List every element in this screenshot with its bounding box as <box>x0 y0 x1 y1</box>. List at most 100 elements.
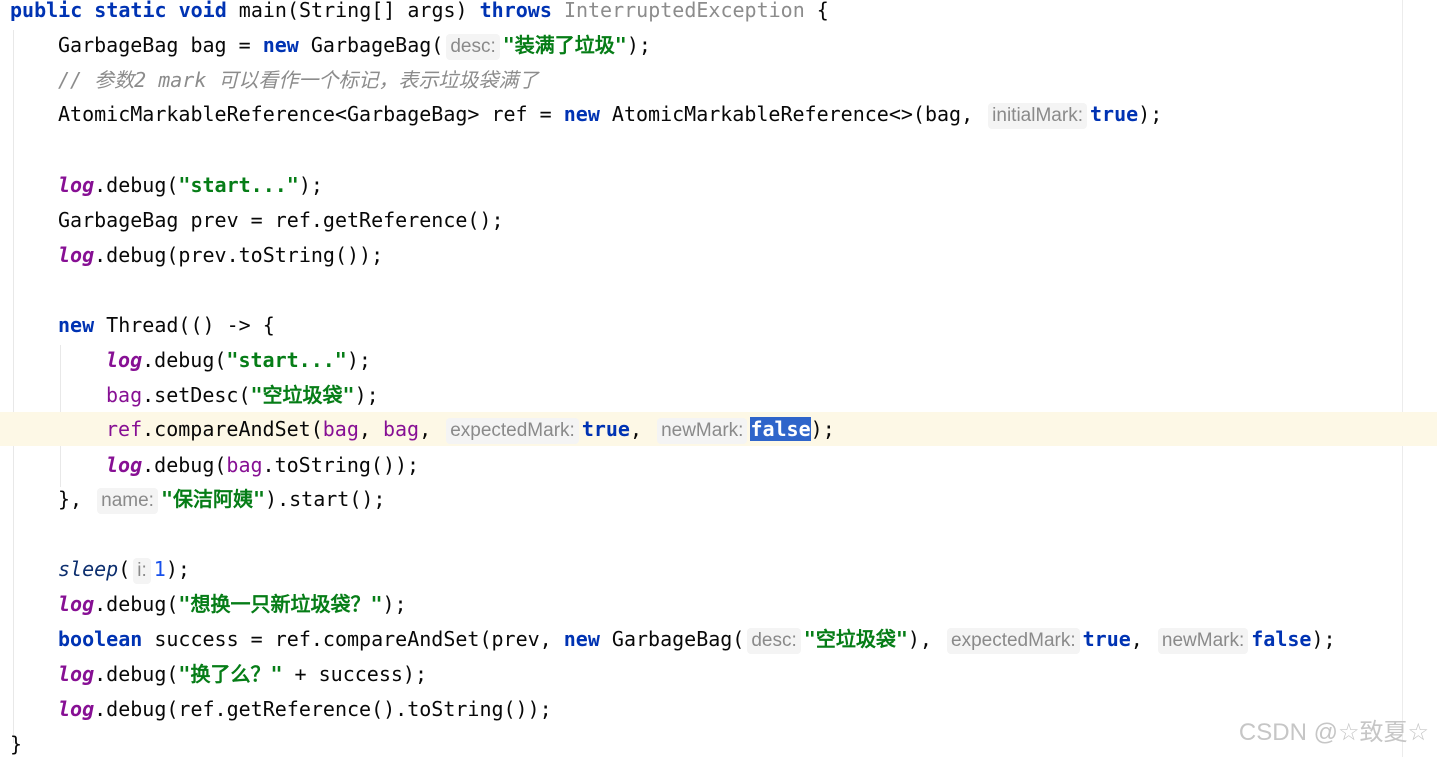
code-line-12[interactable]: bag.setDesc("空垃圾袋"); <box>106 378 379 412</box>
code-text: .debug( <box>142 453 227 477</box>
code-line-1[interactable]: public static void main(String[] args) t… <box>10 0 829 27</box>
code-text: ); <box>298 173 323 197</box>
keyword: public <box>10 0 83 22</box>
param-hint: i: <box>133 558 151 584</box>
code-text: ); <box>382 592 407 616</box>
code-text: .debug( <box>94 592 179 616</box>
brace: { <box>804 0 829 22</box>
code-text: , <box>1130 627 1155 651</box>
code-line-3[interactable]: // 参数2 mark 可以看作一个标记，表示垃圾袋满了 <box>58 63 538 97</box>
code-text: ); <box>626 33 651 57</box>
selected-text[interactable]: false <box>750 417 811 441</box>
keyword: true <box>1082 627 1131 651</box>
code-text: .compareAndSet( <box>142 417 323 441</box>
code-text: GarbageBag prev = ref.getReference(); <box>58 208 504 232</box>
log-field: log <box>58 662 95 686</box>
code-text: , <box>629 417 655 441</box>
keyword: false <box>1251 627 1312 651</box>
keyword: true <box>581 417 630 441</box>
code-line-18[interactable]: log.debug("想换一只新垃圾袋？"); <box>58 587 407 621</box>
captured-variable: ref <box>106 417 143 441</box>
keyword: boolean <box>58 627 143 651</box>
code-line-11[interactable]: log.debug("start..."); <box>106 343 371 377</box>
number-literal: 1 <box>153 557 166 581</box>
param-hint: initialMark: <box>988 103 1087 129</box>
code-text: ); <box>354 383 379 407</box>
code-text: Thread(() -> { <box>94 313 275 337</box>
code-text: ); <box>810 417 835 441</box>
code-line-21[interactable]: log.debug(ref.getReference().toString())… <box>58 692 552 726</box>
code-text: }, <box>58 487 95 511</box>
code-text: , <box>419 417 444 441</box>
keyword: true <box>1089 102 1139 126</box>
string-literal: "换了么？" <box>178 662 283 686</box>
captured-variable: bag <box>106 383 143 407</box>
code-text: ); <box>1311 627 1336 651</box>
string-literal: "想换一只新垃圾袋？" <box>178 592 383 616</box>
log-field: log <box>58 243 95 267</box>
keyword: new <box>58 313 95 337</box>
keyword: throws <box>479 0 552 22</box>
code-text: success = ref.compareAndSet(prev, <box>142 627 564 651</box>
code-line-8[interactable]: log.debug(prev.toString()); <box>58 238 383 272</box>
log-field: log <box>106 453 143 477</box>
log-field: log <box>106 348 143 372</box>
string-literal: "装满了垃圾" <box>502 33 627 57</box>
param-hint: newMark: <box>657 418 748 444</box>
keyword: new <box>563 627 600 651</box>
code-text: GarbageBag( <box>599 627 745 651</box>
string-literal: "start..." <box>178 173 299 197</box>
exception-type: InterruptedException <box>563 0 805 22</box>
param-hint: expectedMark: <box>446 418 579 444</box>
captured-variable: bag <box>322 417 359 441</box>
code-line-4[interactable]: AtomicMarkableReference<GarbageBag> ref … <box>58 97 1162 131</box>
code-text: GarbageBag bag = <box>58 33 263 57</box>
string-literal: "空垃圾袋" <box>250 383 355 407</box>
code-text: .debug(ref.getReference().toString()); <box>94 697 552 721</box>
code-text: , <box>358 417 383 441</box>
log-field: log <box>58 592 95 616</box>
param-hint: desc: <box>446 34 500 60</box>
code-text: ( <box>118 557 131 581</box>
keyword: void <box>178 0 227 22</box>
indent-guide <box>13 30 14 743</box>
code-line-14[interactable]: log.debug(bag.toString()); <box>106 448 419 482</box>
code-text: GarbageBag( <box>298 33 444 57</box>
code-line-19[interactable]: boolean success = ref.compareAndSet(prev… <box>58 622 1336 656</box>
code-line-22[interactable]: } <box>10 727 22 761</box>
code-text: .setDesc( <box>142 383 251 407</box>
code-text: AtomicMarkableReference<>(bag, <box>599 102 986 126</box>
code-text: ).start(); <box>265 487 386 511</box>
code-editor[interactable]: public static void main(String[] args) t… <box>0 0 1437 757</box>
string-literal: "保洁阿姨" <box>160 487 266 511</box>
code-text: .debug( <box>94 662 179 686</box>
string-literal: "空垃圾袋" <box>803 627 908 651</box>
code-text: ), <box>907 627 944 651</box>
code-text: + success); <box>282 662 428 686</box>
keyword: new <box>563 102 600 126</box>
code-line-20[interactable]: log.debug("换了么？" + success); <box>58 657 427 691</box>
code-line-13-current[interactable]: ref.compareAndSet(bag, bag, expectedMark… <box>0 412 1437 446</box>
param-hint: newMark: <box>1157 628 1249 654</box>
static-method: sleep <box>58 557 119 581</box>
code-line-6[interactable]: log.debug("start..."); <box>58 168 323 202</box>
log-field: log <box>58 697 95 721</box>
code-line-2[interactable]: GarbageBag bag = new GarbageBag(desc: "装满… <box>58 28 651 62</box>
code-line-10[interactable]: new Thread(() -> { <box>58 308 275 342</box>
code-text: ); <box>165 557 190 581</box>
keyword: new <box>262 33 299 57</box>
keyword: static <box>94 0 167 22</box>
param-hint: desc: <box>747 628 801 654</box>
log-field: log <box>58 173 95 197</box>
code-line-15[interactable]: }, name: "保洁阿姨").start(); <box>58 482 385 516</box>
right-margin-line <box>1402 0 1403 757</box>
code-text: ); <box>346 348 371 372</box>
code-line-7[interactable]: GarbageBag prev = ref.getReference(); <box>58 203 504 237</box>
param-hint: expectedMark: <box>947 628 1080 654</box>
comment: // 参数2 mark 可以看作一个标记，表示垃圾袋满了 <box>58 68 539 92</box>
code-text: .debug(prev.toString()); <box>94 243 384 267</box>
string-literal: "start..." <box>226 348 347 372</box>
param-hint: name: <box>97 488 158 514</box>
code-text: AtomicMarkableReference<GarbageBag> ref … <box>58 102 564 126</box>
code-line-17[interactable]: sleep(i: 1); <box>58 552 190 586</box>
